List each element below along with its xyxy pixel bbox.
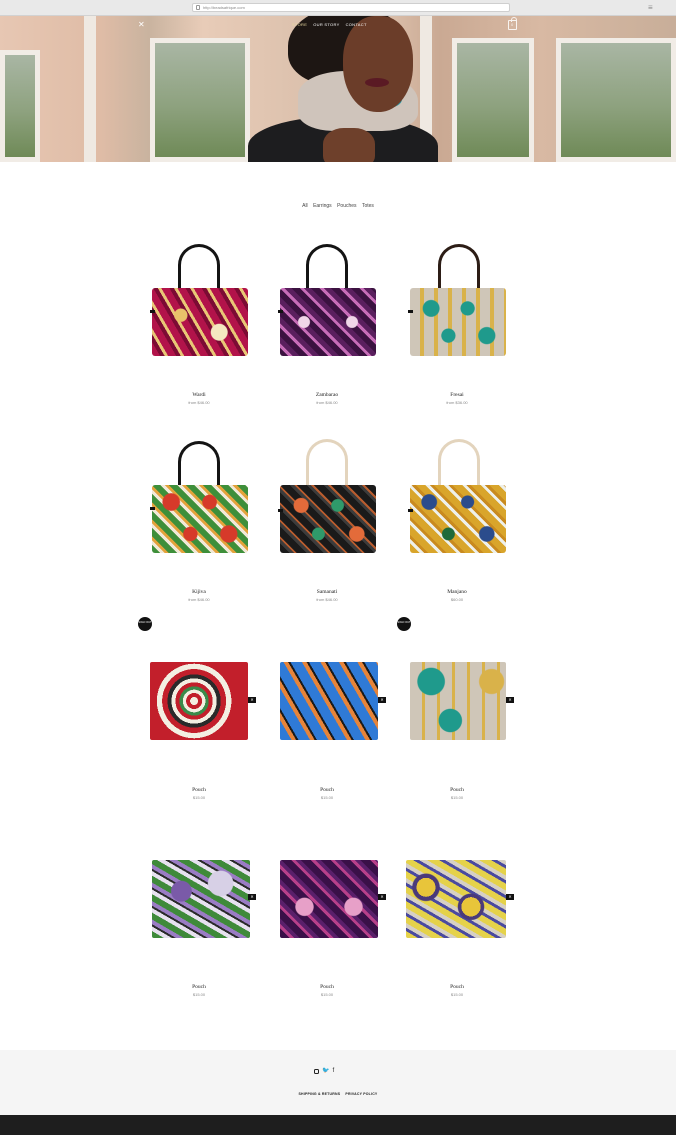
filter-totes[interactable]: Totes	[362, 203, 374, 209]
product-name[interactable]: Pouch	[140, 787, 258, 793]
hero-window	[0, 50, 40, 162]
twitter-icon[interactable]: 🐦	[322, 1068, 329, 1074]
product-image[interactable]	[268, 437, 386, 577]
product-image[interactable]	[398, 240, 516, 380]
brand-tag-icon: ✕	[378, 697, 386, 703]
brand-tag-icon: ✕	[506, 697, 514, 703]
product-name[interactable]: Zambarao	[268, 392, 386, 398]
product-image[interactable]: ✕	[398, 838, 516, 978]
product-image[interactable]: ✕	[268, 838, 386, 978]
address-bar-url: http://beadsafrique.com	[203, 5, 245, 10]
hero-window	[556, 38, 676, 162]
cart-count: 0	[511, 22, 514, 27]
product-image[interactable]	[268, 240, 386, 380]
site-footer: 🐦 f SHIPPING & RETURNS PRIVACY POLICY	[0, 1050, 676, 1115]
sold-out-badge: SOLD OUT	[397, 617, 411, 631]
product-price: $15.00	[320, 992, 334, 997]
brand-tag-icon: ✕	[248, 894, 256, 900]
product-name[interactable]: Samanati	[268, 589, 386, 595]
nav-our-story[interactable]: OUR STORY	[313, 22, 339, 27]
product-image[interactable]	[140, 240, 258, 380]
product-image[interactable]	[398, 437, 516, 577]
sold-out-badge: SOLD OUT	[138, 617, 152, 631]
lock-icon	[196, 5, 200, 10]
brand-tag-icon: ✕	[248, 697, 256, 703]
facebook-icon[interactable]: f	[332, 1068, 334, 1074]
filter-earrings[interactable]: Earrings	[313, 203, 332, 209]
porch-post	[84, 16, 96, 162]
address-bar[interactable]: http://beadsafrique.com	[192, 3, 510, 12]
product-price: from $46.00	[316, 400, 338, 405]
hero-window	[452, 38, 534, 162]
filter-all[interactable]: All	[302, 203, 308, 209]
product-price: $15.00	[192, 795, 206, 800]
product-name[interactable]: Pouch	[398, 787, 516, 793]
product-name[interactable]: Kijiva	[140, 589, 258, 595]
product-name[interactable]: Pouch	[268, 787, 386, 793]
product-price: from $46.00	[188, 597, 210, 602]
site-header: ✕ STORE OUR STORY CONTACT 0	[0, 16, 676, 34]
hero-model	[238, 16, 438, 162]
product-price: from $46.00	[316, 597, 338, 602]
product-image[interactable]: ✕	[140, 640, 258, 780]
product-name[interactable]: Pouch	[398, 984, 516, 990]
product-price: $15.00	[450, 795, 464, 800]
bottom-bar	[0, 1115, 676, 1135]
product-price: from $36.00	[446, 400, 468, 405]
product-image[interactable]: ✕	[398, 640, 516, 780]
instagram-icon[interactable]	[314, 1069, 319, 1074]
product-name[interactable]: Manjano	[398, 589, 516, 595]
cart-icon[interactable]: 0	[508, 17, 517, 30]
filter-pouches[interactable]: Pouches	[337, 203, 356, 209]
product-name[interactable]: Fresai	[398, 392, 516, 398]
browser-menu-icon[interactable]: ≡	[648, 3, 654, 12]
brand-tag-icon: ✕	[378, 894, 386, 900]
product-price: $15.00	[320, 795, 334, 800]
privacy-policy-link[interactable]: PRIVACY POLICY	[345, 1092, 377, 1096]
product-price: $60.00	[450, 597, 464, 602]
product-image[interactable]: ✕	[268, 640, 386, 780]
product-price: $15.00	[450, 992, 464, 997]
nav-contact[interactable]: CONTACT	[346, 22, 367, 27]
product-name[interactable]: Wardi	[140, 392, 258, 398]
hero-image	[0, 16, 676, 162]
hero-window	[150, 38, 250, 162]
product-price: from $46.00	[188, 400, 210, 405]
footer-links: SHIPPING & RETURNS PRIVACY POLICY	[0, 1092, 676, 1096]
product-image[interactable]	[140, 437, 258, 577]
browser-toolbar: http://beadsafrique.com ≡	[0, 0, 676, 16]
shipping-returns-link[interactable]: SHIPPING & RETURNS	[299, 1092, 341, 1096]
category-filter: All Earrings Pouches Totes	[0, 203, 676, 209]
product-name[interactable]: Pouch	[140, 984, 258, 990]
logo-icon[interactable]: ✕	[138, 21, 149, 29]
product-name[interactable]: Pouch	[268, 984, 386, 990]
nav-store[interactable]: STORE	[292, 22, 307, 27]
brand-tag-icon: ✕	[506, 894, 514, 900]
main-nav: STORE OUR STORY CONTACT	[292, 22, 367, 27]
social-links: 🐦 f	[314, 1068, 334, 1074]
product-image[interactable]: ✕	[140, 838, 258, 978]
product-price: $15.00	[192, 992, 206, 997]
